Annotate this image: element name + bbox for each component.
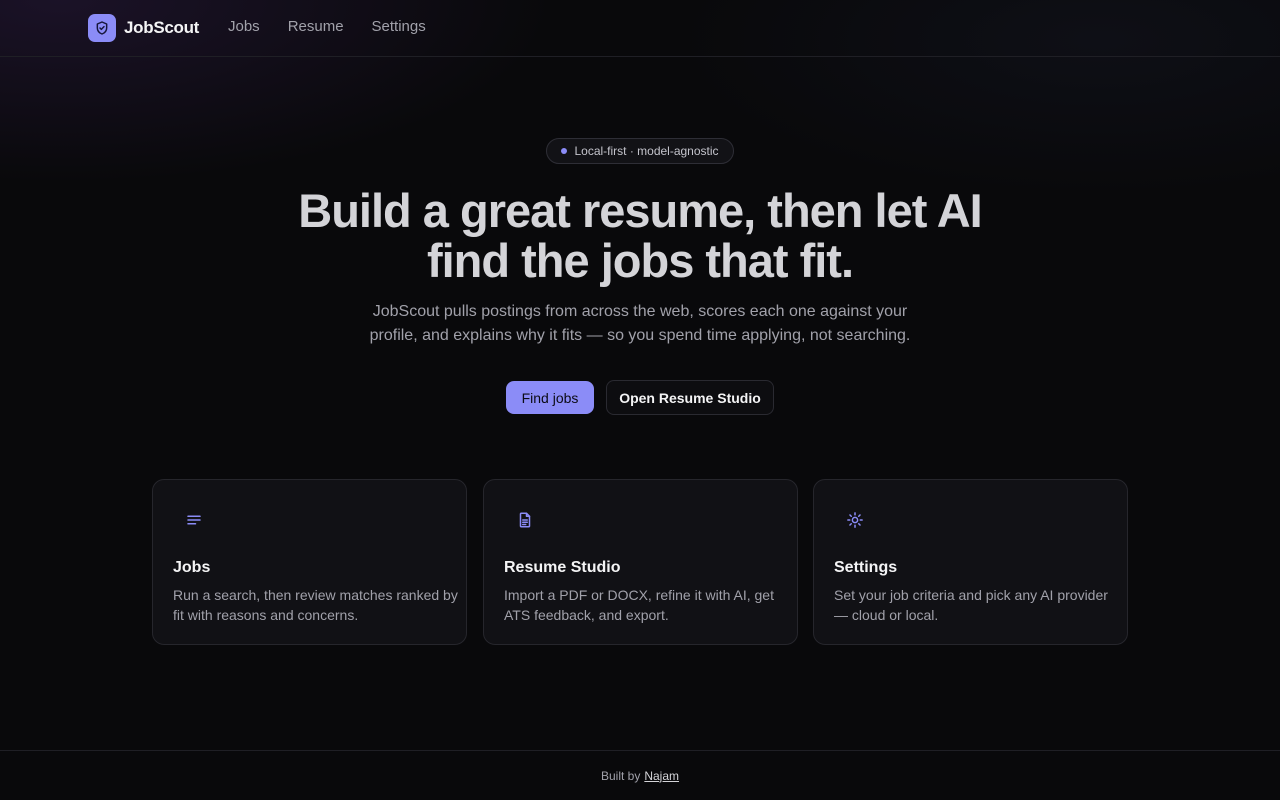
dot-icon — [561, 148, 568, 154]
document-icon — [516, 511, 534, 529]
hero-headline-line1: Build a great resume, then let AI — [298, 184, 982, 237]
nav-links: Jobs Resume Settings — [228, 18, 454, 35]
card-resume-studio-title: Resume Studio — [504, 559, 621, 576]
card-resume-studio-description: Import a PDF or DOCX, refine it with AI,… — [504, 587, 774, 623]
card-settings[interactable]: Settings Set your job criteria and pick … — [813, 479, 1128, 645]
sun-gear-icon — [846, 511, 864, 529]
hero-subtitle-line1: JobScout pulls postings from across the … — [372, 303, 908, 320]
top-nav: JobScout Jobs Resume Settings — [0, 0, 1280, 57]
feature-badge-label: Local-first · model-agnostic — [574, 144, 719, 158]
card-resume-studio[interactable]: Resume Studio Import a PDF or DOCX, refi… — [483, 479, 798, 645]
card-jobs-description: Run a search, then review matches ranked… — [173, 587, 458, 623]
card-settings-description: Set your job criteria and pick any AI pr… — [834, 587, 1108, 623]
card-settings-title: Settings — [834, 559, 898, 576]
open-resume-studio-button[interactable]: Open Resume Studio — [606, 380, 774, 415]
hero-subtitle: JobScout pulls postings from across the … — [340, 300, 940, 348]
brand-name: JobScout — [124, 18, 200, 37]
hero-headline: Build a great resume, then let AI find t… — [140, 186, 1140, 286]
find-jobs-button[interactable]: Find jobs — [506, 381, 594, 414]
card-jobs[interactable]: Jobs Run a search, then review matches r… — [152, 479, 467, 645]
footer-author-link[interactable]: Najam — [644, 769, 679, 783]
footer: Built by Najam — [0, 750, 1280, 800]
brand[interactable]: JobScout — [88, 14, 199, 42]
shield-icon — [88, 14, 116, 42]
feature-badge: Local-first · model-agnostic — [546, 138, 734, 164]
nav-link-resume[interactable]: Resume — [288, 18, 344, 35]
hero-subtitle-line2: profile, and explains why it fits — so y… — [369, 327, 911, 344]
nav-link-jobs[interactable]: Jobs — [228, 18, 260, 35]
footer-prefix: Built by — [600, 768, 641, 783]
card-jobs-title: Jobs — [173, 559, 211, 576]
nav-link-settings[interactable]: Settings — [372, 18, 426, 35]
hero-headline-line2: find the jobs that fit. — [426, 234, 854, 287]
list-icon — [185, 511, 203, 529]
